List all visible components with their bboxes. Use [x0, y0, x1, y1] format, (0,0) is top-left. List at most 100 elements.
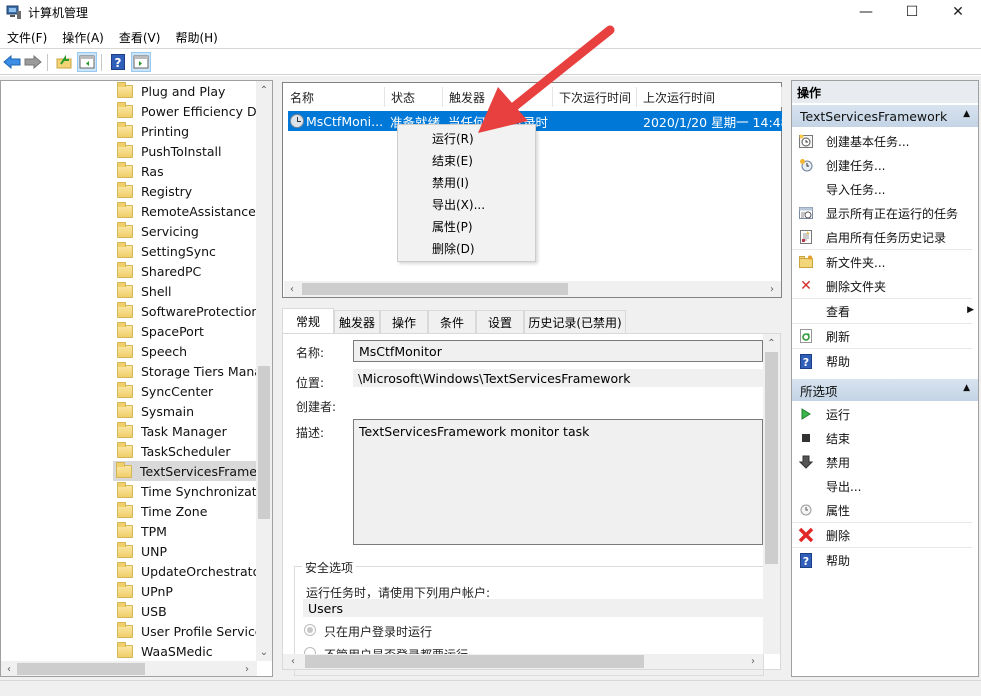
scroll-left-icon[interactable]: ‹ [287, 654, 299, 669]
scroll-up-icon[interactable]: ⌃ [256, 83, 272, 97]
tasklist-horizontal-scrollbar[interactable]: ‹ › [284, 281, 781, 297]
tree-item[interactable]: SoftwareProtectionP [114, 301, 259, 321]
tree-item[interactable]: Storage Tiers Manag [114, 361, 259, 381]
tab-conditions[interactable]: 条件 [428, 310, 476, 333]
action-create-basic-task[interactable]: 创建基本任务... [792, 129, 978, 153]
up-level-button[interactable] [54, 52, 74, 72]
tab-actions[interactable]: 操作 [380, 310, 428, 333]
scroll-left-icon[interactable]: ‹ [286, 281, 298, 297]
tree-item[interactable]: Plug and Play [114, 81, 259, 101]
minimize-button[interactable]: — [843, 0, 889, 24]
column-header-trigger[interactable]: 触发器 [443, 87, 553, 107]
show-hide-tree-button[interactable] [77, 52, 97, 72]
maximize-button[interactable]: ☐ [889, 0, 935, 24]
tree-item[interactable]: RemoteAssistance [114, 201, 259, 221]
menu-action[interactable]: 操作(A) [55, 26, 112, 48]
description-field[interactable]: TextServicesFramework monitor task [353, 419, 763, 545]
scroll-right-icon[interactable]: › [241, 661, 253, 676]
action-properties[interactable]: 属性 [792, 498, 978, 522]
details-horizontal-scrollbar[interactable]: ‹ › [283, 654, 763, 669]
back-button[interactable] [2, 52, 22, 72]
tree-item[interactable]: Servicing [114, 221, 259, 241]
column-header-next-run[interactable]: 下次运行时间 [553, 87, 637, 107]
tree-item[interactable]: SharedPC [114, 261, 259, 281]
tree-item[interactable]: TaskScheduler [114, 441, 259, 461]
context-run[interactable]: 运行(R) [399, 127, 535, 149]
section-textservicesframework[interactable]: TextServicesFramework ▲ [792, 105, 978, 127]
action-help-selected[interactable]: ? 帮助 [792, 548, 978, 572]
column-header-status[interactable]: 状态 [385, 87, 443, 107]
tree-item[interactable]: Shell [114, 281, 259, 301]
action-new-folder[interactable]: 新文件夹... [792, 250, 978, 274]
tasklist-hscroll-thumb[interactable] [302, 283, 568, 295]
action-export[interactable]: 导出... [792, 474, 978, 498]
tree-item[interactable]: SyncCenter [114, 381, 259, 401]
tree-item[interactable]: TextServicesFramew [113, 461, 258, 481]
section-selected-item[interactable]: 所选项 ▲ [792, 379, 978, 401]
tree-item[interactable]: PushToInstall [114, 141, 259, 161]
column-header-name[interactable]: 名称 [284, 87, 385, 107]
context-delete[interactable]: 删除(D) [399, 237, 535, 259]
tab-general[interactable]: 常规 [282, 308, 334, 334]
tree-item[interactable]: Ras [114, 161, 259, 181]
tree-hscroll-thumb[interactable] [17, 663, 145, 675]
action-create-task[interactable]: 创建任务... [792, 153, 978, 177]
tree-item[interactable]: UpdateOrchestrator [114, 561, 259, 581]
action-help[interactable]: ? 帮助 [792, 349, 978, 373]
collapse-icon[interactable]: ▲ [963, 109, 970, 119]
context-properties[interactable]: 属性(P) [399, 215, 535, 237]
tree-item[interactable]: Registry [114, 181, 259, 201]
tree-item[interactable]: SettingSync [114, 241, 259, 261]
menu-file[interactable]: 文件(F) [0, 26, 55, 48]
details-hscroll-thumb[interactable] [305, 655, 644, 668]
forward-button[interactable] [23, 52, 43, 72]
tab-settings[interactable]: 设置 [476, 310, 524, 333]
context-end[interactable]: 结束(E) [399, 149, 535, 171]
tree-item[interactable]: Time Zone [114, 501, 259, 521]
action-import-task[interactable]: 导入任务... [792, 177, 978, 201]
action-view[interactable]: 查看 ▶ [792, 299, 978, 323]
context-disable[interactable]: 禁用(I) [399, 171, 535, 193]
tree-item[interactable]: USB [114, 601, 259, 621]
menu-view[interactable]: 查看(V) [112, 26, 169, 48]
action-run[interactable]: 运行 [792, 402, 978, 426]
details-vscroll-thumb[interactable] [765, 352, 778, 564]
show-hide-action-pane-button[interactable] [131, 52, 151, 72]
action-show-running-tasks[interactable]: 显示所有正在运行的任务 [792, 201, 978, 225]
scroll-right-icon[interactable]: › [747, 654, 759, 669]
scroll-left-icon[interactable]: ‹ [3, 661, 15, 676]
tree-item[interactable]: User Profile Service [114, 621, 259, 641]
menu-help[interactable]: 帮助(H) [168, 26, 225, 48]
scroll-up-icon[interactable]: ⌃ [763, 336, 780, 350]
tree-vertical-scrollbar[interactable]: ⌃ ⌄ [256, 81, 272, 661]
tab-triggers[interactable]: 触发器 [334, 310, 380, 333]
scroll-right-icon[interactable]: › [766, 281, 778, 297]
help-button[interactable]: ? [108, 52, 128, 72]
tree-vscroll-thumb[interactable] [258, 366, 270, 519]
tree-item[interactable]: Power Efficiency Diag [114, 101, 259, 121]
action-end[interactable]: 结束 [792, 426, 978, 450]
tree-item[interactable]: UNP [114, 541, 259, 561]
tree-item[interactable]: SpacePort [114, 321, 259, 341]
column-header-last-run[interactable]: 上次运行时间 [637, 87, 782, 107]
tree-horizontal-scrollbar[interactable]: ‹ › [1, 661, 257, 676]
tab-history[interactable]: 历史记录(已禁用) [524, 310, 626, 333]
action-delete[interactable]: 删除 [792, 523, 978, 547]
tree-item[interactable]: Sysmain [114, 401, 259, 421]
scroll-down-icon[interactable]: ⌄ [256, 645, 272, 659]
details-vertical-scrollbar[interactable]: ⌃ [763, 334, 780, 654]
action-enable-task-history[interactable]: 启用所有任务历史记录 [792, 225, 978, 249]
tree-item[interactable]: Time Synchronizatio [114, 481, 259, 501]
tree-item[interactable]: WaaSMedic [114, 641, 259, 661]
radio-run-logged-on[interactable] [304, 624, 316, 636]
tree-item[interactable]: Speech [114, 341, 259, 361]
collapse-icon[interactable]: ▲ [963, 383, 970, 393]
close-button[interactable]: ✕ [935, 0, 981, 24]
tree-item[interactable]: UPnP [114, 581, 259, 601]
tree-item[interactable]: Task Manager [114, 421, 259, 441]
tree-item[interactable]: Printing [114, 121, 259, 141]
action-refresh[interactable]: 刷新 [792, 324, 978, 348]
action-disable[interactable]: 禁用 [792, 450, 978, 474]
name-field[interactable]: MsCtfMonitor [353, 340, 763, 362]
tree-item[interactable]: TPM [114, 521, 259, 541]
